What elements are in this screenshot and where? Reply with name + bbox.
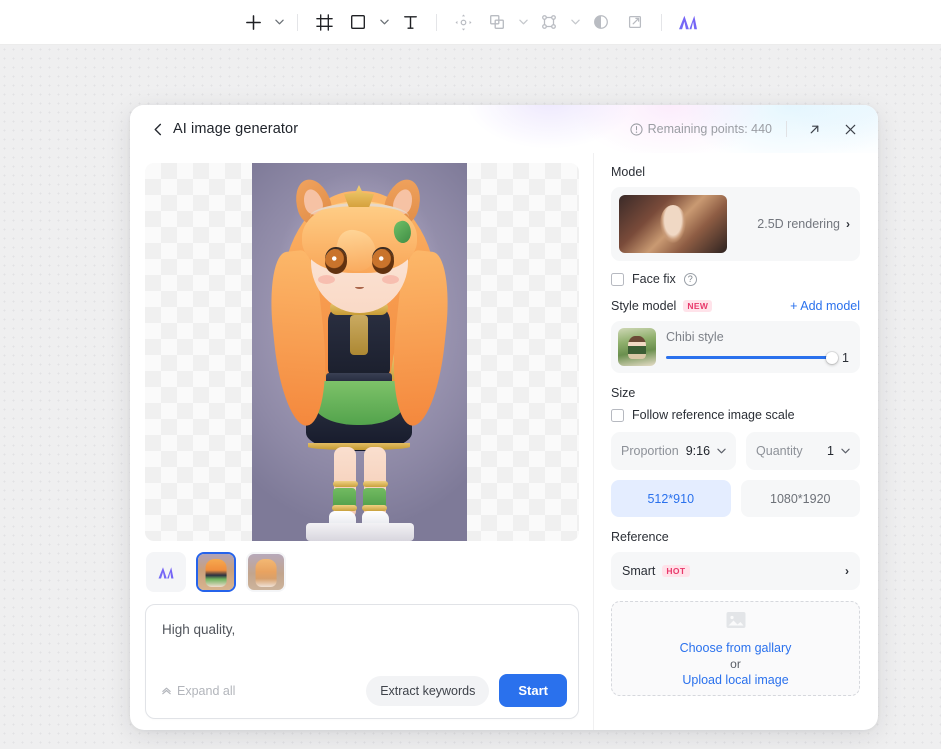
chevron-down-icon-add[interactable] xyxy=(270,6,288,38)
chevron-down-icon-proportion xyxy=(717,446,726,456)
image-placeholder-icon xyxy=(725,610,747,635)
size-selectors: Proportion 9:16 Quantity 1 xyxy=(611,432,860,470)
chevron-up-icon xyxy=(161,685,172,696)
toolbar-divider-1 xyxy=(297,13,298,31)
start-button[interactable]: Start xyxy=(499,674,567,707)
back-button[interactable] xyxy=(147,118,169,140)
model-thumbnail xyxy=(619,195,727,253)
size-option-1[interactable]: 1080*1920 xyxy=(740,480,860,517)
quantity-select[interactable]: Quantity 1 xyxy=(746,432,860,470)
style-model-section-header: Style model NEW + Add model xyxy=(611,299,860,313)
close-icon[interactable] xyxy=(837,116,863,142)
settings-pane: Model 2.5D rendering › Face fix ? Style … xyxy=(594,153,878,730)
follow-reference-label: Follow reference image scale xyxy=(632,408,795,422)
chevron-right-icon-model: › xyxy=(846,217,850,231)
dialog-body: High quality, Expand all Extract keyword… xyxy=(130,153,878,730)
result-thumb-1[interactable] xyxy=(196,552,236,592)
upload-local-image-link[interactable]: Upload local image xyxy=(682,673,788,687)
header-divider xyxy=(786,121,787,137)
chibi-figure xyxy=(252,163,467,541)
quantity-label: Quantity xyxy=(756,444,803,458)
chevron-down-icon-nodes[interactable] xyxy=(566,6,584,38)
face-fix-label: Face fix xyxy=(632,272,676,286)
add-model-button[interactable]: + Add model xyxy=(790,299,860,313)
toolbar-group-shape xyxy=(341,6,393,38)
nodes-icon[interactable] xyxy=(532,6,566,38)
size-option-0[interactable]: 512*910 xyxy=(611,480,731,517)
size-section-label: Size xyxy=(611,386,636,400)
exclamation-circle-icon xyxy=(630,122,643,136)
square-icon[interactable] xyxy=(341,6,375,38)
result-thumb-2[interactable] xyxy=(246,552,286,592)
chevron-down-icon-shape[interactable] xyxy=(375,6,393,38)
frame-icon[interactable] xyxy=(307,6,341,38)
dialog-title: AI image generator xyxy=(173,121,299,137)
proportion-select[interactable]: Proportion 9:16 xyxy=(611,432,737,470)
proportion-label: Proportion xyxy=(621,444,679,458)
chevron-down-icon-layers[interactable] xyxy=(514,6,532,38)
style-model-thumbnail xyxy=(618,328,656,366)
style-model-section-label: Style model xyxy=(611,299,677,313)
follow-reference-checkbox[interactable] xyxy=(611,408,624,422)
image-canvas[interactable] xyxy=(145,163,579,541)
extract-keywords-button[interactable]: Extract keywords xyxy=(366,675,490,706)
top-toolbar xyxy=(0,0,941,45)
dialog-header-actions: Remaining points: 440 xyxy=(630,116,863,142)
ai-logo-thumb[interactable] xyxy=(146,552,186,592)
smart-reference-label: Smart xyxy=(622,564,656,578)
prompt-box: High quality, Expand all Extract keyword… xyxy=(145,604,579,719)
preview-pane: High quality, Expand all Extract keyword… xyxy=(130,153,594,730)
follow-reference-row[interactable]: Follow reference image scale xyxy=(611,408,860,422)
style-model-name: Chibi style xyxy=(666,329,724,344)
style-model-info: Chibi style 1 xyxy=(666,330,850,365)
slider-handle[interactable] xyxy=(826,351,838,364)
toolbar-divider-2 xyxy=(436,13,437,31)
toolbar-divider-3 xyxy=(661,13,662,31)
prompt-actions: Expand all Extract keywords Start xyxy=(146,674,578,718)
style-strength-slider[interactable] xyxy=(666,351,838,364)
generated-image[interactable] xyxy=(252,163,467,541)
contrast-icon[interactable] xyxy=(584,6,618,38)
reference-section-label: Reference xyxy=(611,530,669,544)
expand-all-button[interactable]: Expand all xyxy=(161,684,235,698)
toolbar-group-layers xyxy=(480,6,532,38)
prompt-input[interactable]: High quality, xyxy=(146,605,578,674)
ai-image-generator-dialog: AI image generator Remaining points: 440 xyxy=(130,105,878,730)
dialog-header: AI image generator Remaining points: 440 xyxy=(130,105,878,153)
model-section-label: Model xyxy=(611,165,646,179)
model-name: 2.5D rendering xyxy=(757,217,840,231)
face-fix-row[interactable]: Face fix ? xyxy=(611,272,860,286)
quantity-value: 1 xyxy=(827,444,834,458)
proportion-value: 9:16 xyxy=(685,444,711,458)
expand-arrow-icon[interactable] xyxy=(801,116,827,142)
ai-logo-icon[interactable] xyxy=(671,6,705,38)
result-thumbnails xyxy=(145,552,579,592)
face-fix-checkbox[interactable] xyxy=(611,272,624,286)
ai-logo-icon-small xyxy=(148,554,184,590)
question-circle-icon[interactable]: ? xyxy=(683,272,697,286)
reference-upload-box[interactable]: Choose from gallary or Upload local imag… xyxy=(611,601,860,696)
remaining-points-label: Remaining points: 440 xyxy=(647,122,772,136)
size-options: 512*910 1080*1920 xyxy=(611,480,860,517)
style-strength-row: 1 xyxy=(666,351,850,365)
move-icon[interactable] xyxy=(446,6,480,38)
chevron-down-icon-quantity xyxy=(841,446,850,456)
smart-reference-row[interactable]: Smart HOT › xyxy=(611,552,860,590)
new-badge: NEW xyxy=(683,299,713,313)
remaining-points[interactable]: Remaining points: 440 xyxy=(630,122,772,136)
text-icon[interactable] xyxy=(393,6,427,38)
expand-all-label: Expand all xyxy=(177,683,236,698)
upload-or-label: or xyxy=(730,657,741,671)
toolbar-group-add xyxy=(236,6,288,38)
chevron-right-icon-reference: › xyxy=(845,564,849,578)
layers-icon[interactable] xyxy=(480,6,514,38)
style-model-card: Chibi style 1 xyxy=(611,321,860,373)
model-selector[interactable]: 2.5D rendering › xyxy=(611,187,860,261)
style-strength-value: 1 xyxy=(842,350,849,365)
choose-from-gallery-link[interactable]: Choose from gallary xyxy=(680,641,792,655)
crop-icon[interactable] xyxy=(618,6,652,38)
hot-badge: HOT xyxy=(662,564,690,578)
toolbar-group-nodes xyxy=(532,6,584,38)
plus-icon[interactable] xyxy=(236,6,270,38)
